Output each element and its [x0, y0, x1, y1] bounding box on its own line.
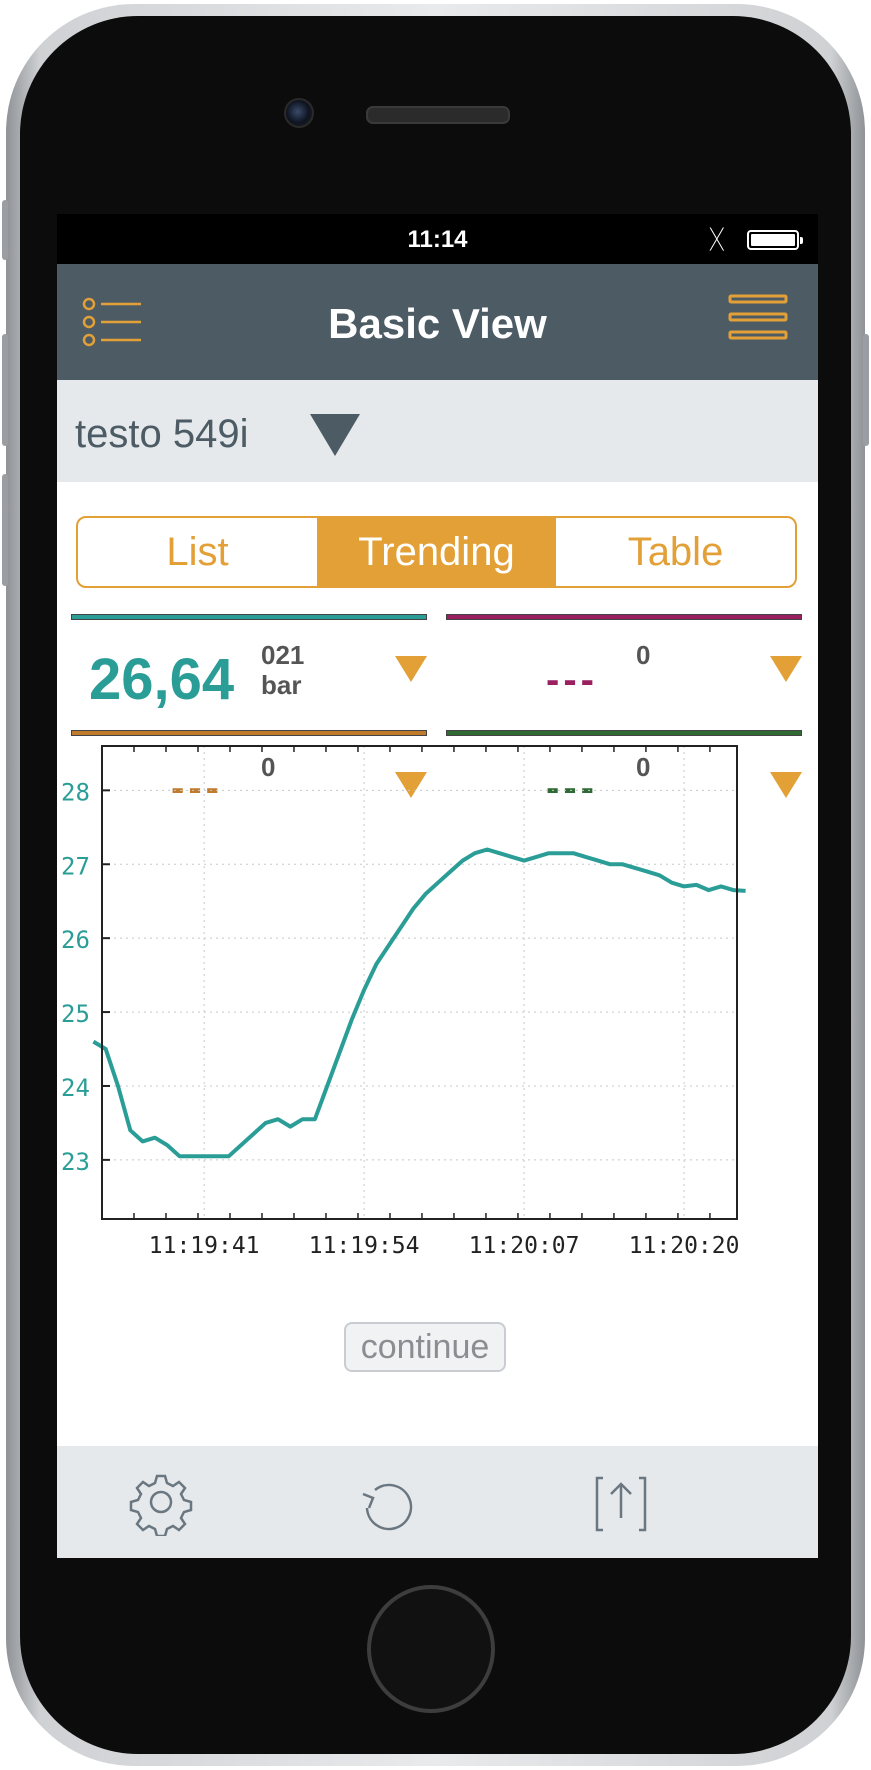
battery-icon [747, 230, 803, 250]
settings-gear-icon[interactable] [127, 1468, 195, 1538]
trend-chart[interactable]: 23 24 25 26 27 28 11:19:41 11:19:54 11:20:07 11:… [57, 736, 818, 1256]
tab-table[interactable]: Table [556, 518, 795, 586]
silent-switch [2, 200, 8, 260]
x-tick-label: 11:20:20 [629, 1233, 740, 1256]
y-tick-label: 25 [61, 1000, 90, 1028]
channel-2-dropdown-icon[interactable] [770, 656, 802, 682]
y-tick-label: 27 [61, 852, 90, 880]
status-bar: 11:14 ᚷ [57, 214, 818, 264]
device-name: testo 549i [75, 412, 249, 456]
plot-frame [101, 745, 738, 1220]
channel-2-sup: 0 [636, 640, 651, 670]
export-icon[interactable] [587, 1468, 655, 1536]
channel-1-unit: bar [261, 670, 302, 700]
channel-1-dropdown-icon[interactable] [395, 656, 427, 682]
y-tick-label: 26 [61, 926, 90, 954]
bottom-toolbar [57, 1446, 818, 1558]
x-tick-label: 11:19:41 [149, 1233, 260, 1256]
tab-list[interactable]: List [78, 518, 317, 586]
series-line [92, 847, 746, 1159]
reset-icon[interactable] [353, 1468, 421, 1536]
power-button [863, 334, 869, 446]
continue-button[interactable]: continue [344, 1322, 506, 1372]
volume-up-button [2, 334, 8, 446]
volume-down-button [2, 474, 8, 586]
channel-1[interactable]: 26,64 021 bar [71, 614, 427, 724]
channel-2[interactable]: --- 0 [446, 614, 802, 724]
view-tabs: List Trending Table [76, 516, 797, 588]
x-tick-label: 11:20:07 [469, 1233, 580, 1256]
y-tick-label: 23 [61, 1148, 90, 1176]
status-time: 11:14 [407, 226, 468, 253]
y-tick-label: 28 [61, 778, 90, 806]
navigation-bar: Basic View [57, 264, 818, 380]
channel-1-value: 26,64 [89, 647, 235, 712]
x-tick-label: 11:19:54 [309, 1233, 420, 1256]
tab-trending[interactable]: Trending [317, 518, 556, 586]
front-camera [284, 98, 314, 128]
app-screen: 11:14 ᚷ Basic View testo 549i List Trend… [57, 214, 818, 1558]
channel-1-color-bar [71, 614, 427, 620]
bluetooth-icon: ᚷ [709, 224, 725, 254]
page-title: Basic View [328, 300, 547, 347]
y-tick-label: 24 [61, 1074, 90, 1102]
earpiece-speaker [366, 106, 510, 124]
channel-1-sup: 021 [261, 640, 305, 670]
home-button[interactable] [367, 1585, 495, 1713]
device-selector[interactable]: testo 549i [57, 380, 818, 482]
channel-2-color-bar [446, 614, 802, 620]
channel-2-value: --- [546, 658, 598, 702]
hamburger-icon[interactable] [728, 292, 792, 352]
dropdown-arrow-icon[interactable] [310, 414, 360, 456]
